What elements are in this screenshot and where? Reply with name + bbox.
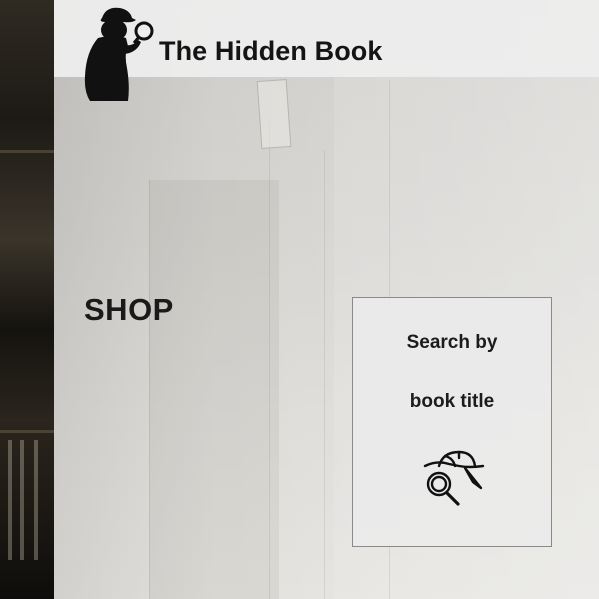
detective-hat-magnifier-icon <box>419 444 487 508</box>
building-edge <box>324 150 325 599</box>
shelf-line <box>0 430 54 433</box>
street-sign <box>256 79 292 149</box>
shelf-line <box>0 150 54 153</box>
search-card-label-line1: Search by <box>406 332 498 353</box>
detective-logo-icon[interactable] <box>80 4 156 102</box>
building-shape <box>149 180 279 599</box>
shelf-book <box>34 440 38 560</box>
building-edge <box>149 180 150 599</box>
search-by-title-card[interactable]: Search by book title <box>352 297 552 547</box>
shelf-book <box>20 440 24 560</box>
background-photo-left <box>0 0 54 599</box>
shelf-book <box>8 440 12 560</box>
page-title: SHOP <box>84 292 174 327</box>
brand-name[interactable]: The Hidden Book <box>159 36 383 67</box>
building-edge <box>269 120 270 599</box>
search-card-label-line2: book title <box>409 391 495 412</box>
